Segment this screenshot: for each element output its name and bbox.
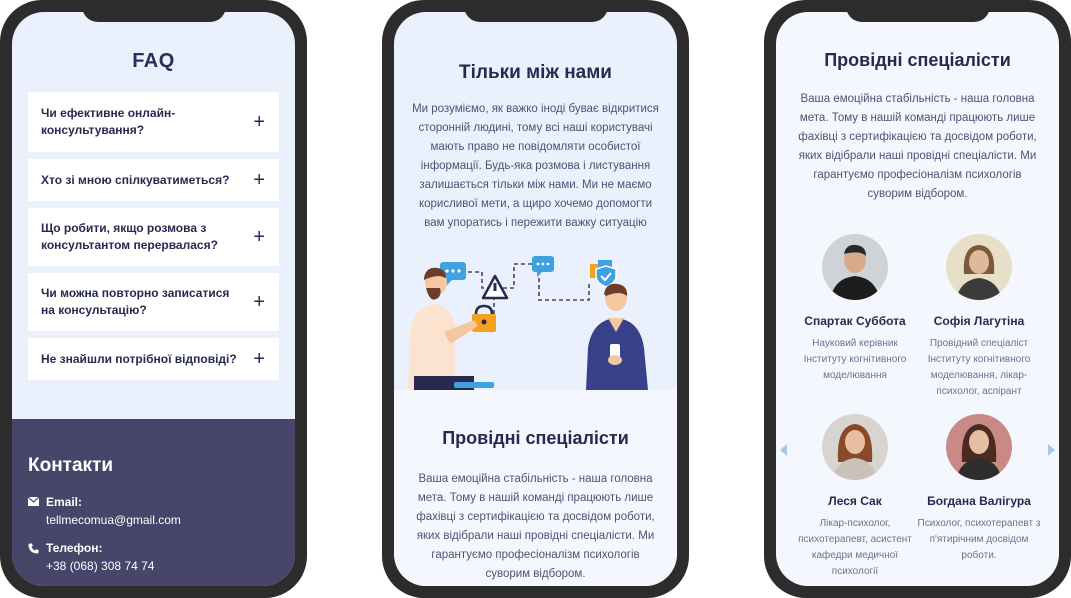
avatar [946,414,1012,480]
faq-title: FAQ [132,50,175,72]
specialist-name: Богдана Валігура [927,494,1031,508]
specialists-section: Провідні спеціалісти Ваша емоційна стабі… [394,390,677,586]
faq-question: Чи ефективне онлайн-консультування? [41,106,176,137]
specialist-role: Науковий керівник Інституту когнітивного… [803,338,907,381]
specialist-name: Софія Лагутіна [933,314,1025,328]
phone-frame-specialists: Провідні спеціалісти Ваша емоційна стабі… [764,0,1071,598]
plus-icon[interactable]: + [253,349,265,369]
plus-icon[interactable]: + [253,292,265,312]
envelope-icon [27,496,40,508]
phone-icon [28,543,39,554]
chat-bubble-icon [532,256,554,277]
section-title: Тільки між нами [459,62,612,83]
section-title: Провідні спеціалісти [824,50,1011,70]
specialist-name: Спартак Суббота [804,314,906,328]
avatar [946,234,1012,300]
specialist-card[interactable]: Спартак Суббота Науковий керівник Інстит… [790,234,920,384]
shield-icon [590,260,617,288]
specialist-role: Психолог, психотерапевт з п'ятирічним до… [917,518,1041,561]
phone-screen-privacy: Тільки між нами Ми розуміємо, як важко і… [394,12,677,586]
privacy-illustration [394,240,677,390]
specialist-card[interactable]: Софія Лагутіна Провідний спеціаліст Інст… [914,234,1044,400]
plus-icon[interactable]: + [253,227,265,247]
phone-label: Телефон: [46,541,103,555]
section-title: Провідні спеціалісти [442,428,629,448]
phone-notch [845,0,990,22]
specialist-name: Леся Сак [828,494,882,508]
faq-question: Не знайшли потрібної відповіді? [41,351,237,366]
email-row: Email: tellmecomua@gmail.com [27,495,279,527]
avatar [822,414,888,480]
specialist-role: Провідний спеціаліст Інституту когнітивн… [927,338,1031,397]
phone-notch [81,0,226,22]
phone-link[interactable]: +38 (068) 308 74 74 [46,559,279,573]
warning-icon [481,274,509,300]
phone-notch [463,0,608,22]
faq-item[interactable]: Чи ефективне онлайн-консультування? + [28,92,279,152]
faq-question: Хто зі мною спілкуватиметься? [41,172,230,187]
padlock-icon [472,304,496,332]
phone-screen-specialists: Провідні спеціалісти Ваша емоційна стабі… [776,12,1059,586]
plus-icon[interactable]: + [253,112,265,132]
faq-item[interactable]: Хто зі мною спілкуватиметься? + [28,159,279,201]
faq-question: Чи можна повторно записатися на консульт… [41,286,230,317]
carousel-next-arrow-icon[interactable] [1048,444,1055,456]
email-label: Email: [46,495,83,509]
faq-item[interactable]: Що робити, якщо розмова з консультантом … [28,208,279,266]
contacts-section: Контакти Email: tellmecomua@gmail.com Те… [12,419,295,586]
man-illustration-right [586,283,648,390]
phone-row: Телефон: +38 (068) 308 74 74 [28,541,279,573]
contacts-title: Контакти [28,455,114,476]
faq-list: Чи ефективне онлайн-консультування? + Хт… [28,92,279,387]
section-text: Ми розуміємо, як важко іноді буває відкр… [412,103,659,229]
specialist-card[interactable]: Богдана Валігура Психолог, психотерапевт… [914,414,1044,564]
specialist-card[interactable]: Леся Сак Лікар-психолог, психотерапевт, … [790,414,920,580]
carousel-prev-arrow-icon[interactable] [780,444,787,456]
faq-question: Що робити, якщо розмова з консультантом … [41,221,218,252]
phone-screen-faq: FAQ Чи ефективне онлайн-консультування? … [12,12,295,586]
faq-item[interactable]: Чи можна повторно записатися на консульт… [28,273,279,331]
avatar [822,234,888,300]
phone-frame-faq: FAQ Чи ефективне онлайн-консультування? … [0,0,307,598]
section-text: Ваша емоційна стабільність - наша головн… [416,473,655,580]
faq-item[interactable]: Не знайшли потрібної відповіді? + [28,338,279,380]
section-text: Ваша емоційна стабільність - наша головн… [798,93,1037,200]
specialist-role: Лікар-психолог, психотерапевт, асистент … [798,518,912,577]
email-link[interactable]: tellmecomua@gmail.com [46,513,279,527]
phone-frame-privacy: Тільки між нами Ми розуміємо, як важко і… [382,0,689,598]
plus-icon[interactable]: + [253,170,265,190]
